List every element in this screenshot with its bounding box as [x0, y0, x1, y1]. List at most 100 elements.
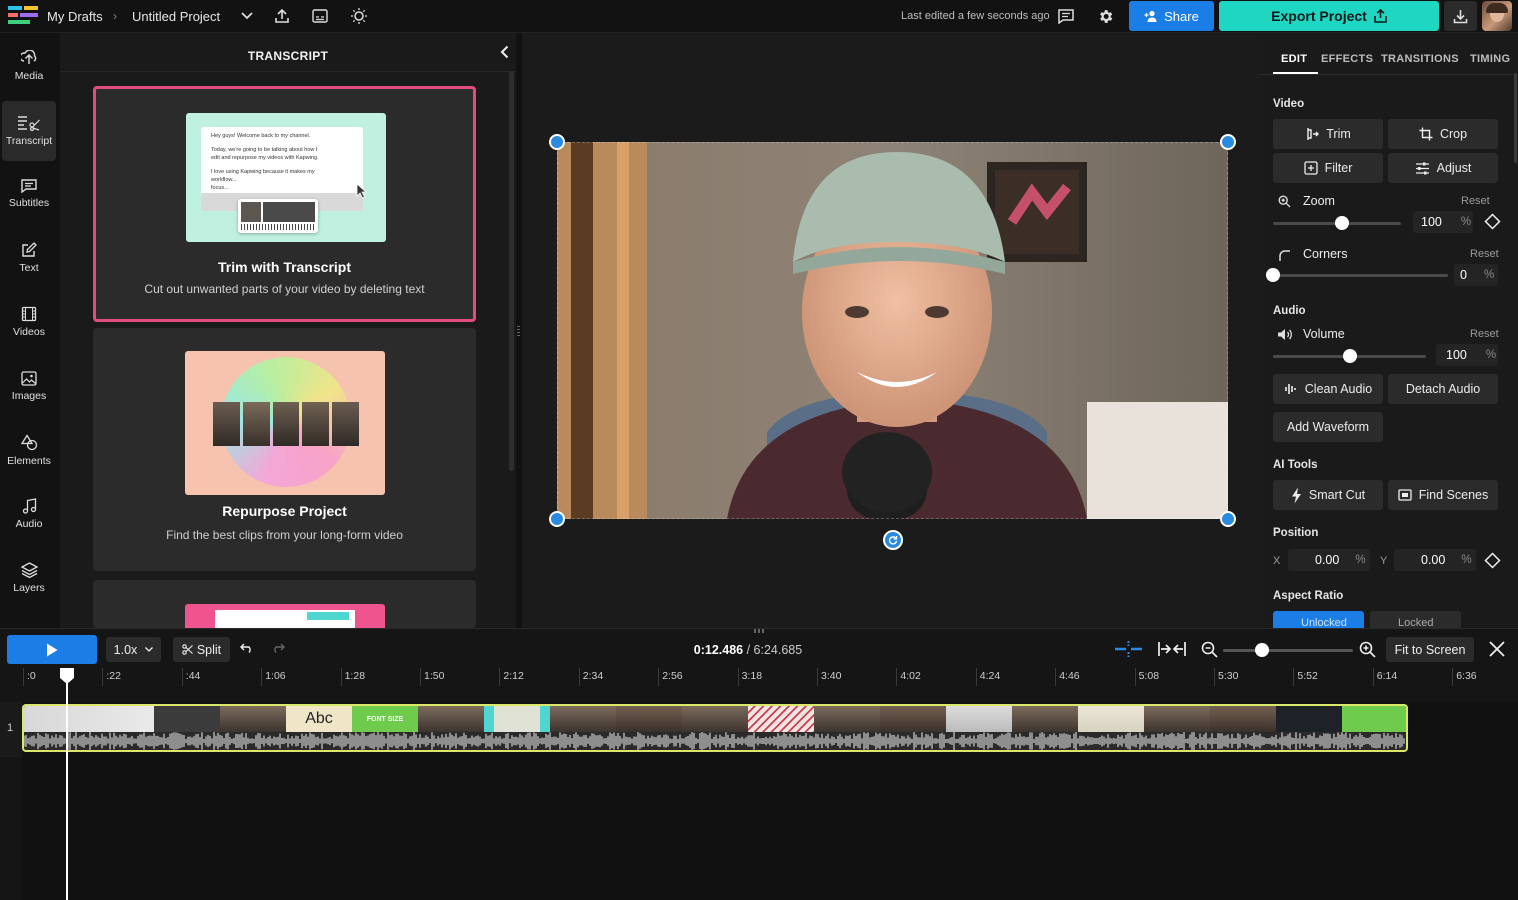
- ruler-tick: [1293, 668, 1295, 686]
- chevron-down-icon[interactable]: [240, 9, 254, 23]
- volume-slider-knob[interactable]: [1342, 349, 1357, 363]
- panel-scrollbar[interactable]: [509, 71, 514, 471]
- playhead[interactable]: [66, 668, 68, 900]
- keyframe-diamond-icon[interactable]: [1484, 213, 1501, 230]
- find-scenes-label: Find Scenes: [1418, 488, 1489, 502]
- x-position-field[interactable]: 0.00 %: [1288, 549, 1370, 571]
- upload-icon[interactable]: [272, 7, 292, 25]
- zoom-out-icon[interactable]: [1201, 641, 1218, 658]
- tab-edit[interactable]: EDIT: [1281, 53, 1307, 65]
- nav-item-transcript[interactable]: Transcript: [2, 101, 56, 161]
- lightbulb-icon[interactable]: [349, 6, 369, 26]
- ruler-tick-label: 6:36: [1456, 670, 1477, 682]
- transcript-panel: TRANSCRIPT Hey guys! Welcome back to my …: [60, 33, 516, 628]
- chevron-right-icon: ›: [113, 9, 117, 23]
- position-keyframe-icon[interactable]: [1484, 552, 1501, 569]
- logo-icon[interactable]: [8, 6, 38, 26]
- feature-card[interactable]: [93, 580, 476, 628]
- tab-timing[interactable]: TIMING: [1470, 53, 1510, 65]
- add-user-icon: [1144, 10, 1158, 22]
- ruler-tick-label: 1:06: [265, 670, 286, 682]
- ruler-tick: [975, 668, 977, 686]
- trim-button[interactable]: Trim: [1273, 119, 1383, 149]
- corners-slider-knob[interactable]: [1266, 268, 1280, 282]
- snap-icon[interactable]: [1115, 641, 1142, 657]
- resize-handle-top-right[interactable]: [1220, 134, 1236, 150]
- volume-reset[interactable]: Reset: [1470, 328, 1499, 340]
- timeline-zoom-slider[interactable]: [1223, 649, 1353, 652]
- filter-button[interactable]: Filter: [1273, 153, 1383, 183]
- share-button[interactable]: Share: [1129, 1, 1214, 31]
- nav-item-videos[interactable]: Videos: [2, 293, 56, 351]
- comment-icon[interactable]: [1056, 7, 1076, 25]
- corners-slider[interactable]: [1273, 274, 1448, 277]
- nav-item-elements[interactable]: Elements: [2, 421, 56, 479]
- nav-item-subtitles[interactable]: Subtitles: [2, 165, 56, 223]
- lightning-icon: [1291, 487, 1302, 504]
- nav-item-layers[interactable]: Layers: [2, 549, 56, 607]
- nav-item-text[interactable]: Text: [2, 229, 56, 287]
- playhead-handle[interactable]: [60, 668, 74, 684]
- detach-audio-button[interactable]: Detach Audio: [1388, 374, 1498, 404]
- resize-handle-top-left[interactable]: [549, 134, 565, 150]
- aspect-unlocked-button[interactable]: Unlocked: [1273, 611, 1364, 628]
- nav-item-audio[interactable]: Audio: [2, 485, 56, 543]
- download-button[interactable]: [1444, 1, 1477, 31]
- ruler-tick-label: 4:24: [979, 670, 1001, 682]
- nav-item-images[interactable]: Images: [2, 357, 56, 415]
- fit-clips-icon[interactable]: [1158, 641, 1186, 657]
- project-name[interactable]: Untitled Project: [132, 9, 220, 24]
- zoom-reset[interactable]: Reset: [1461, 195, 1490, 207]
- tab-transitions[interactable]: TRANSITIONS: [1381, 53, 1459, 65]
- ruler-tick-label: 1:28: [344, 670, 366, 682]
- ruler-tick: [499, 668, 501, 686]
- breadcrumb-root[interactable]: My Drafts: [47, 9, 103, 24]
- text-edit-icon: [21, 242, 37, 258]
- rotate-handle[interactable]: [883, 530, 903, 550]
- gear-icon[interactable]: [1095, 6, 1115, 26]
- export-project-button[interactable]: Export Project: [1219, 1, 1439, 31]
- resize-handle-bottom-right[interactable]: [1220, 511, 1236, 527]
- timeline-resize-handle[interactable]: [754, 629, 766, 633]
- timeline-zoom-knob[interactable]: [1255, 643, 1269, 657]
- avatar[interactable]: [1482, 1, 1512, 31]
- y-position-field[interactable]: 0.00 %: [1394, 549, 1476, 571]
- trim-with-transcript-card[interactable]: Hey guys! Welcome back to my channel. To…: [93, 86, 476, 322]
- video-track-clip[interactable]: Abc FONT SIZE: [22, 704, 1408, 752]
- nav-item-media[interactable]: Media: [2, 37, 56, 95]
- crop-button[interactable]: Crop: [1388, 119, 1498, 149]
- corners-value-field[interactable]: 0 %: [1454, 264, 1498, 286]
- repurpose-project-card[interactable]: Repurpose Project Find the best clips fr…: [93, 328, 476, 571]
- smart-cut-button[interactable]: Smart Cut: [1273, 480, 1383, 510]
- add-waveform-button[interactable]: Add Waveform: [1273, 412, 1383, 442]
- zoom-unit: %: [1460, 216, 1472, 228]
- find-scenes-button[interactable]: Find Scenes: [1388, 480, 1498, 510]
- audio-section-title: Audio: [1273, 305, 1306, 317]
- zoom-slider-knob[interactable]: [1335, 216, 1350, 230]
- corners-label: Corners: [1303, 247, 1348, 261]
- tab-effects[interactable]: EFFECTS: [1321, 53, 1373, 65]
- fit-to-screen-button[interactable]: Fit to Screen: [1386, 637, 1474, 662]
- editor-scrollbar[interactable]: [1514, 73, 1517, 163]
- resize-handle[interactable]: [517, 326, 520, 336]
- clean-audio-button[interactable]: Clean Audio: [1273, 374, 1383, 404]
- ruler-tick-label: :44: [185, 670, 201, 682]
- ruler-tick: [261, 668, 263, 686]
- zoom-in-icon[interactable]: [1359, 641, 1376, 658]
- resize-handle-bottom-left[interactable]: [549, 511, 565, 527]
- repurpose-preview-image: [185, 351, 385, 495]
- preview-line: Today, we're going to be talking about h…: [211, 147, 318, 153]
- card-title: Trim with Transcript: [217, 259, 352, 275]
- corners-reset[interactable]: Reset: [1470, 248, 1499, 260]
- volume-value-field[interactable]: 100 %: [1436, 344, 1498, 366]
- layers-icon: [20, 562, 38, 578]
- aspect-locked-button[interactable]: Locked: [1370, 611, 1461, 628]
- zoom-value-field[interactable]: 100 %: [1413, 211, 1473, 233]
- adjust-label: Adjust: [1436, 161, 1472, 175]
- ruler-tick: [1214, 668, 1215, 686]
- adjust-button[interactable]: Adjust: [1388, 153, 1498, 183]
- preview-line: Hey guys! Welcome back to my channel.: [211, 133, 311, 139]
- collapse-panel-icon[interactable]: [496, 43, 512, 61]
- close-timeline-icon[interactable]: [1489, 641, 1505, 657]
- subtitle-icon[interactable]: [310, 7, 330, 25]
